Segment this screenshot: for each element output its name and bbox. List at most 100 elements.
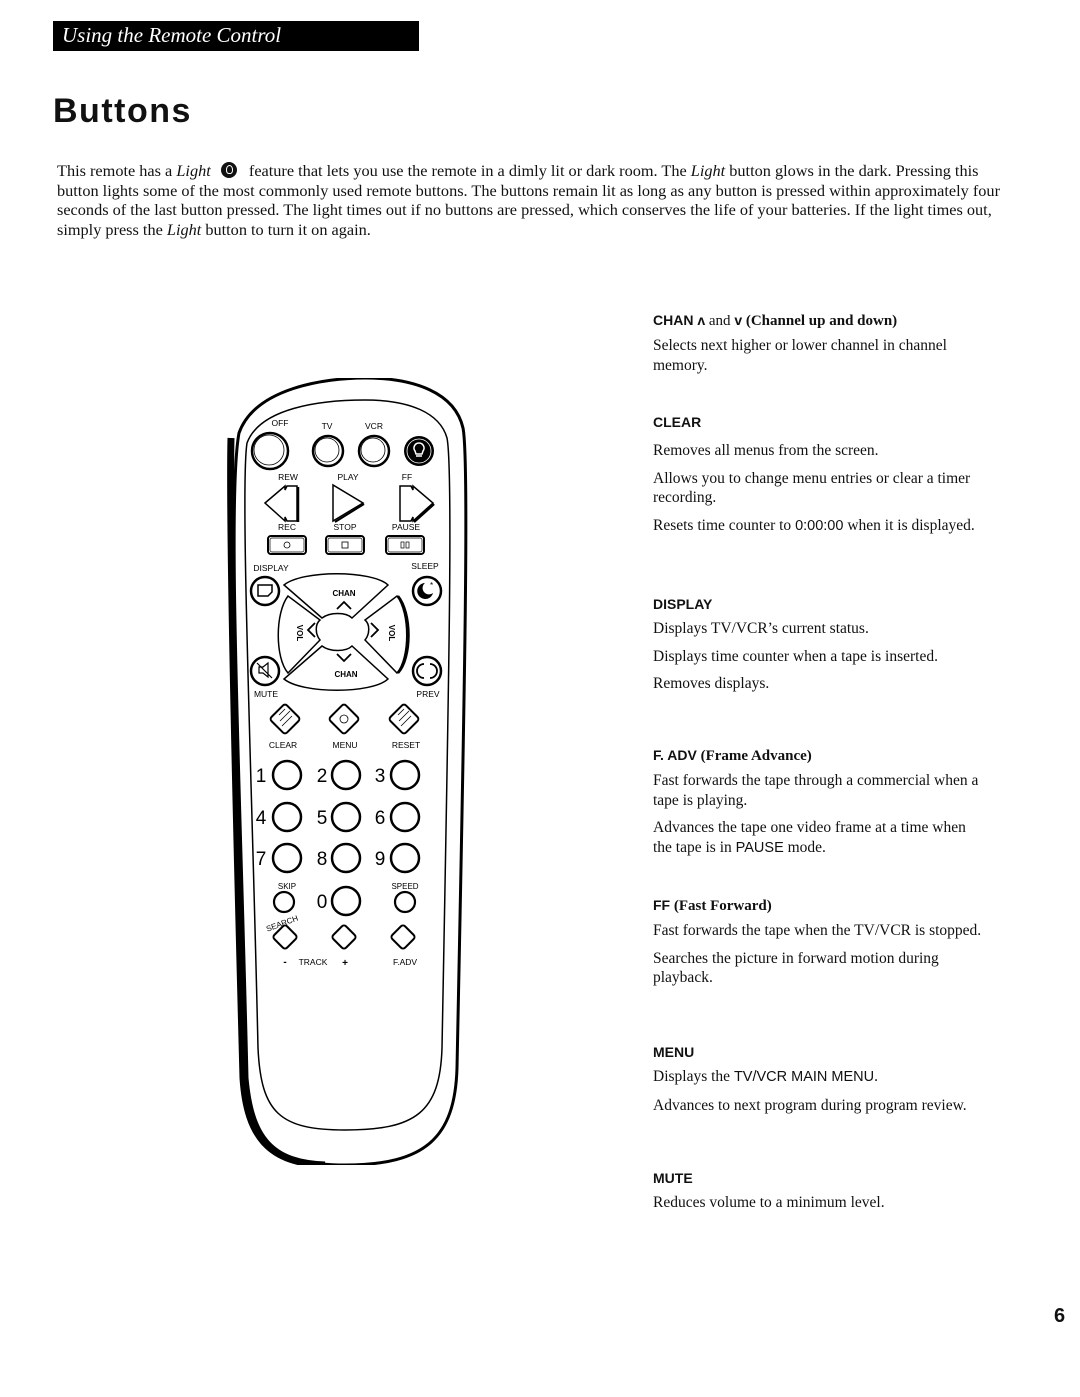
menu-heading: MENU — [653, 1044, 695, 1060]
digit-5-button[interactable] — [330, 801, 362, 833]
clear-desc-line: Allows you to change menu entries or cle… — [653, 469, 971, 507]
play-label: PLAY — [337, 472, 358, 482]
off-button[interactable] — [250, 431, 290, 471]
digit-7-button[interactable] — [271, 842, 303, 874]
stop-label: STOP — [334, 522, 357, 532]
digit-8-button[interactable] — [330, 842, 362, 874]
tv-button[interactable] — [311, 434, 345, 468]
digit-0-button[interactable] — [330, 885, 362, 917]
pause-label: PAUSE — [392, 522, 421, 532]
menu-label: MENU — [332, 740, 357, 750]
fadv-heading: F. ADV (Frame Advance) — [653, 747, 812, 764]
clear-desc-line: Removes all menus from the screen. — [653, 442, 879, 459]
intro-text: button to turn it on again. — [201, 219, 371, 239]
display-button[interactable] — [249, 575, 281, 607]
tv-label: TV — [322, 421, 333, 431]
skip-label: SKIP — [278, 882, 296, 891]
mute-description: MUTE Reduces volume to a minimum level. — [653, 1169, 983, 1213]
pause-button[interactable] — [385, 535, 425, 555]
menu-desc-line: Advances to next program during program … — [653, 1096, 967, 1114]
sleep-button[interactable]: * — [411, 575, 443, 607]
vcr-button[interactable] — [357, 434, 391, 468]
digit-label: 6 — [375, 808, 386, 829]
stop-button[interactable] — [325, 535, 365, 555]
light-term: Light — [690, 161, 726, 180]
intro-text: feature that lets you use the remote in … — [244, 161, 691, 180]
track-plus-label: + — [342, 958, 348, 969]
vcr-label: VCR — [365, 421, 383, 431]
speed-button[interactable] — [393, 890, 417, 914]
sleep-label: SLEEP — [411, 561, 439, 571]
mute-label: MUTE — [254, 689, 278, 699]
display-desc-line: Removes displays. — [653, 675, 770, 692]
digit-label: 1 — [256, 766, 267, 787]
digit-label: 5 — [317, 808, 328, 829]
ff-label: FF — [402, 472, 412, 482]
digit-label: 4 — [256, 808, 267, 829]
light-term: Light — [176, 161, 211, 180]
rec-button[interactable] — [267, 535, 307, 555]
clear-label: CLEAR — [269, 740, 297, 750]
digit-6-button[interactable] — [389, 801, 421, 833]
display-description: DISPLAY Displays TV/VCR’s current status… — [653, 595, 983, 694]
chevron-up-icon: ʌ — [697, 312, 706, 328]
display-desc-line: Displays TV/VCR’s current status. — [653, 620, 869, 637]
clear-heading: CLEAR — [653, 414, 702, 430]
mute-desc-line: Reduces volume to a minimum level. — [653, 1194, 885, 1211]
menu-desc-line: Displays the TV/VCR MAIN MENU. — [653, 1068, 878, 1085]
display-heading: DISPLAY — [653, 596, 713, 612]
ff-desc-line: Fast forwards the tape when the TV/VCR i… — [653, 922, 982, 939]
remote-control-illustration: OFF TV VCR REW PLAY FF REC STOP PAUSE DI… — [227, 378, 468, 1165]
intro-text: This remote has a — [57, 161, 177, 180]
vol-down-label: VOL — [295, 625, 304, 642]
display-label: DISPLAY — [253, 563, 289, 573]
digit-3-button[interactable] — [389, 759, 421, 791]
clear-description: CLEAR Removes all menus from the screen.… — [653, 413, 983, 536]
light-button[interactable] — [404, 436, 434, 466]
digit-label: 9 — [375, 849, 386, 870]
digit-label: 2 — [317, 766, 328, 787]
fadv-label: F.ADV — [393, 957, 417, 967]
reset-label: RESET — [392, 740, 420, 750]
page-number: 6 — [1054, 1305, 1066, 1327]
ff-desc-line: Searches the picture in forward motion d… — [653, 949, 939, 987]
light-term: Light — [166, 219, 202, 239]
fadv-desc-line: Fast forwards the tape through a commerc… — [653, 772, 979, 809]
track-label: TRACK — [299, 957, 328, 967]
clear-desc-line: Resets time counter to 0:00:00 when it i… — [653, 516, 975, 534]
vol-up-label: VOL — [387, 625, 396, 642]
digit-label: 7 — [256, 849, 267, 870]
section-label: Using the Remote Control — [62, 23, 282, 47]
lightbulb-icon — [220, 162, 237, 178]
menu-description: MENU Displays the TV/VCR MAIN MENU. Adva… — [653, 1043, 983, 1115]
ff-description: FF (Fast Forward) Fast forwards the tape… — [653, 896, 983, 988]
chan-heading: CHAN ʌ and v (Channel up and down) — [653, 312, 898, 329]
track-minus-label: - — [283, 957, 286, 968]
prev-label: PREV — [416, 689, 439, 699]
skip-search-button[interactable] — [272, 890, 296, 914]
chan-down-label: CHAN — [334, 670, 357, 679]
ff-heading: FF (Fast Forward) — [653, 897, 772, 914]
fadv-desc-line: Advances the tape one video frame at a t… — [653, 819, 966, 856]
off-label: OFF — [272, 418, 289, 428]
digit-label: 8 — [317, 849, 328, 870]
digit-label: 0 — [317, 892, 328, 913]
display-desc-line: Displays time counter when a tape is ins… — [653, 647, 938, 665]
page-title: Buttons — [53, 92, 192, 130]
chan-description: CHAN ʌ and v (Channel up and down) Selec… — [653, 311, 983, 375]
speed-label: SPEED — [391, 882, 418, 891]
section-header-bar: Using the Remote Control — [53, 21, 419, 51]
mute-heading: MUTE — [653, 1170, 693, 1186]
digit-1-button[interactable] — [271, 759, 303, 791]
digit-9-button[interactable] — [389, 842, 421, 874]
digit-2-button[interactable] — [330, 759, 362, 791]
fadv-description: F. ADV (Frame Advance) Fast forwards the… — [653, 746, 983, 858]
intro-paragraph: This remote has a Light feature that let… — [57, 161, 1017, 239]
digit-4-button[interactable] — [271, 801, 303, 833]
mute-button[interactable] — [249, 655, 281, 687]
rec-label: REC — [278, 522, 296, 532]
rew-label: REW — [278, 472, 298, 482]
chan-desc-line: Selects next higher or lower channel in … — [653, 337, 947, 374]
chevron-down-icon: v — [734, 312, 743, 328]
prev-button[interactable] — [411, 655, 443, 687]
